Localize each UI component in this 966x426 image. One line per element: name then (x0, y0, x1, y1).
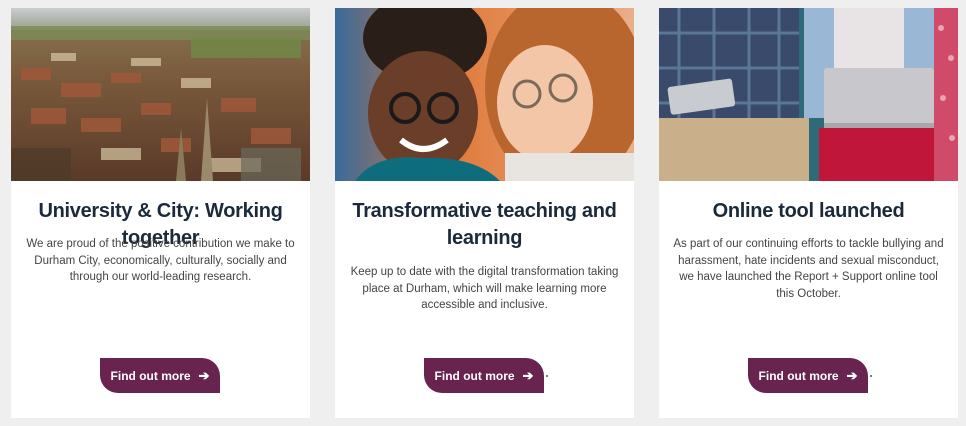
find-out-more-button[interactable]: Find out more ➔ (100, 358, 220, 393)
button-label: Find out more (110, 368, 191, 383)
card-description: As part of our continuing efforts to tac… (673, 238, 944, 300)
card-image-students-devices[interactable] (659, 8, 958, 181)
arrow-right-icon: ➔ (846, 368, 858, 383)
news-cards: University & City: Working together We a… (0, 0, 966, 426)
card-description: Keep up to date with the digital transfo… (350, 266, 619, 311)
news-card-university-city: University & City: Working together We a… (11, 8, 310, 418)
card-image-durham-aerial[interactable] (11, 8, 310, 181)
news-card-teaching-learning: Transformative teaching and learning Kee… (335, 8, 634, 418)
separator-dot (546, 375, 548, 377)
arrow-right-icon: ➔ (522, 368, 534, 383)
separator-dot (870, 375, 872, 377)
find-out-more-button[interactable]: Find out more ➔ (424, 358, 544, 393)
card-title: Transformative teaching and learning (352, 200, 617, 249)
card-description: We are proud of the positive contributio… (26, 238, 295, 283)
arrow-right-icon: ➔ (198, 368, 210, 383)
card-image-students-smiling[interactable] (335, 8, 634, 181)
news-card-online-tool: Online tool launched As part of our cont… (659, 8, 958, 418)
button-label: Find out more (758, 368, 839, 383)
card-title: Online tool launched (712, 200, 905, 222)
button-label: Find out more (434, 368, 515, 383)
find-out-more-button[interactable]: Find out more ➔ (748, 358, 868, 393)
